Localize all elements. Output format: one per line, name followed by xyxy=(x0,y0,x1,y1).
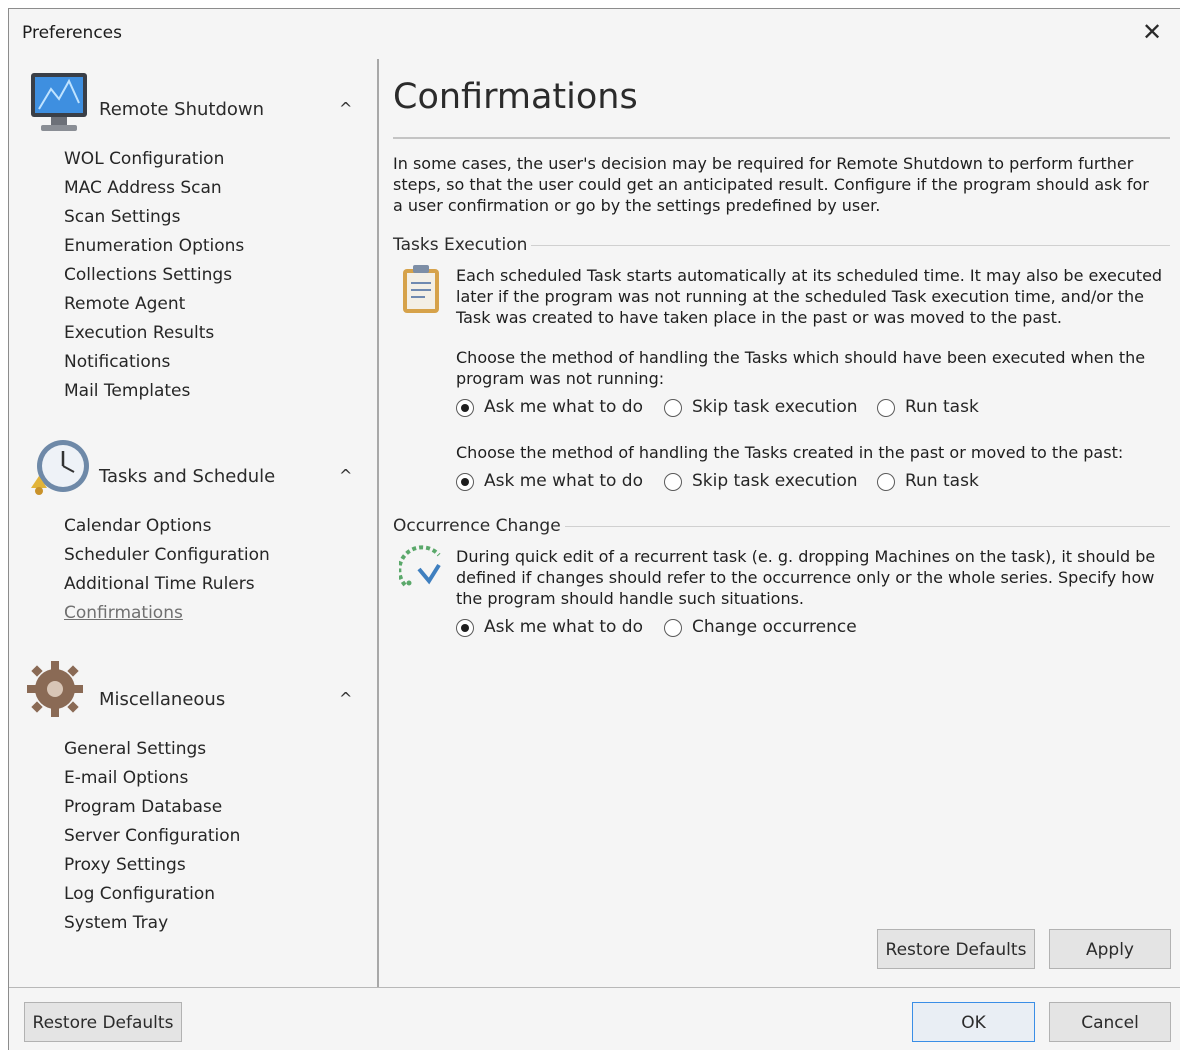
group-label: Remote Shutdown xyxy=(99,99,265,120)
group-label: Miscellaneous xyxy=(99,689,226,710)
group-miscellaneous[interactable]: Miscellaneous ^ xyxy=(25,659,365,729)
radio-dot xyxy=(877,473,895,491)
alarm-clock-icon xyxy=(31,440,89,495)
window-title: Preferences xyxy=(22,23,122,43)
section-label: Tasks Execution xyxy=(393,235,532,255)
radio-dot xyxy=(664,473,682,491)
sidebar-item-proxy-settings[interactable]: Proxy Settings xyxy=(64,855,186,875)
sidebar-item-enumeration-options[interactable]: Enumeration Options xyxy=(64,236,244,256)
tasks-execution-description: Each scheduled Task starts automatically… xyxy=(456,266,1163,327)
sidebar-item-mac-address-scan[interactable]: MAC Address Scan xyxy=(64,178,222,198)
sidebar-item-scheduler-configuration[interactable]: Scheduler Configuration xyxy=(64,545,270,565)
sidebar-item-email-options[interactable]: E-mail Options xyxy=(64,768,188,788)
radio-label: Ask me what to do xyxy=(484,617,643,637)
radio-dot xyxy=(877,399,895,417)
radio-label: Skip task execution xyxy=(692,397,858,417)
section-label: Occurrence Change xyxy=(393,516,565,536)
radio-dot xyxy=(664,399,682,417)
preferences-dialog: Preferences ✕ Remote Shutdown ^ WOL Conf… xyxy=(8,8,1180,1050)
sidebar-item-remote-agent[interactable]: Remote Agent xyxy=(64,294,185,314)
sidebar-item-system-tray[interactable]: System Tray xyxy=(64,913,168,933)
question-not-running: Choose the method of handling the Tasks … xyxy=(456,348,1146,388)
page-title: Confirmations xyxy=(393,77,638,117)
radio-label: Skip task execution xyxy=(692,471,858,491)
radio-dot xyxy=(456,619,474,637)
radio-label: Change occurrence xyxy=(692,617,857,637)
cancel-button[interactable]: Cancel xyxy=(1049,1002,1171,1042)
title-divider xyxy=(393,137,1170,139)
recurrence-icon xyxy=(399,545,441,587)
radio-dot xyxy=(456,399,474,417)
group-tasks-and-schedule[interactable]: Tasks and Schedule ^ xyxy=(25,436,365,506)
intro-text: In some cases, the user's decision may b… xyxy=(393,154,1149,215)
chevron-up-icon[interactable]: ^ xyxy=(339,99,352,118)
section-tasks-execution: Tasks Execution xyxy=(393,235,1170,255)
restore-defaults-button[interactable]: Restore Defaults xyxy=(24,1002,182,1042)
radio-label: Ask me what to do xyxy=(484,397,643,417)
sidebar-item-scan-settings[interactable]: Scan Settings xyxy=(64,207,180,227)
content-panel: Confirmations In some cases, the user's … xyxy=(393,59,1173,987)
sidebar-divider xyxy=(377,59,379,987)
radio-label: Run task xyxy=(905,471,979,491)
apply-button[interactable]: Apply xyxy=(1049,929,1171,969)
restore-defaults-page-button[interactable]: Restore Defaults xyxy=(877,929,1035,969)
sidebar-item-additional-time-rulers[interactable]: Additional Time Rulers xyxy=(64,574,255,594)
ok-button[interactable]: OK xyxy=(912,1002,1035,1042)
monitor-icon xyxy=(31,73,87,131)
sidebar-item-general-settings[interactable]: General Settings xyxy=(64,739,206,759)
question-past: Choose the method of handling the Tasks … xyxy=(456,443,1124,462)
sidebar-item-notifications[interactable]: Notifications xyxy=(64,352,170,372)
sidebar-item-mail-templates[interactable]: Mail Templates xyxy=(64,381,190,401)
gear-icon xyxy=(27,661,83,717)
radio-label: Run task xyxy=(905,397,979,417)
clipboard-icon xyxy=(403,265,439,313)
sidebar-item-collections-settings[interactable]: Collections Settings xyxy=(64,265,232,285)
occurrence-change-description: During quick edit of a recurrent task (e… xyxy=(456,547,1156,608)
sidebar-item-server-configuration[interactable]: Server Configuration xyxy=(64,826,240,846)
sidebar-item-execution-results[interactable]: Execution Results xyxy=(64,323,214,343)
chevron-up-icon[interactable]: ^ xyxy=(339,689,352,708)
footer-divider xyxy=(9,987,1180,988)
title-bar: Preferences ✕ xyxy=(9,9,1180,59)
sidebar-item-program-database[interactable]: Program Database xyxy=(64,797,222,817)
sidebar-item-confirmations[interactable]: Confirmations xyxy=(64,603,183,623)
sidebar-item-calendar-options[interactable]: Calendar Options xyxy=(64,516,211,536)
close-icon[interactable]: ✕ xyxy=(1139,19,1165,45)
sidebar: Remote Shutdown ^ WOL Configuration MAC … xyxy=(9,59,377,987)
chevron-up-icon[interactable]: ^ xyxy=(339,466,352,485)
radio-dot xyxy=(456,473,474,491)
radio-label: Ask me what to do xyxy=(484,471,643,491)
sidebar-item-wol-configuration[interactable]: WOL Configuration xyxy=(64,149,224,169)
group-remote-shutdown[interactable]: Remote Shutdown ^ xyxy=(25,69,365,139)
group-label: Tasks and Schedule xyxy=(99,466,276,487)
sidebar-item-log-configuration[interactable]: Log Configuration xyxy=(64,884,215,904)
section-occurrence-change: Occurrence Change xyxy=(393,516,1170,536)
radio-dot xyxy=(664,619,682,637)
